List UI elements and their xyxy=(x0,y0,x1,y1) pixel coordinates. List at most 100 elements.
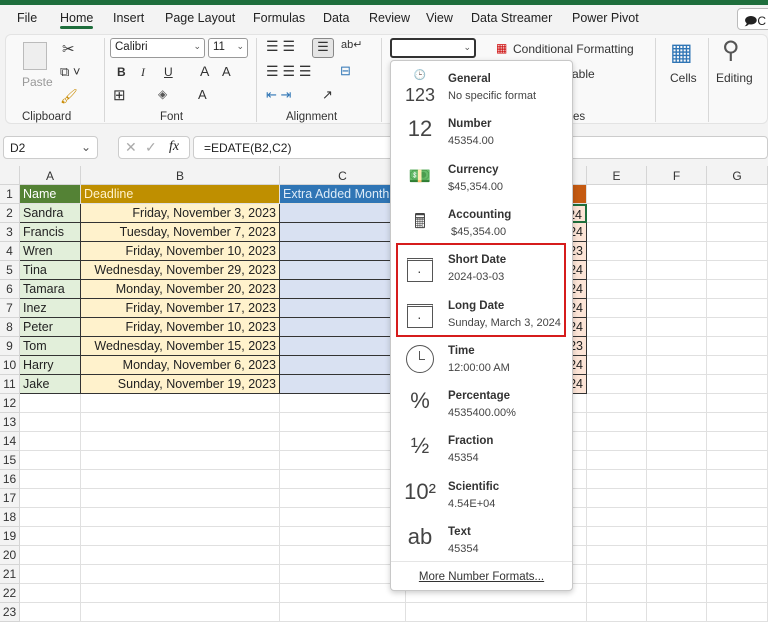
cell-c15[interactable] xyxy=(280,451,406,470)
row-header[interactable]: 11 xyxy=(0,375,20,394)
cell-e4[interactable] xyxy=(587,242,647,261)
column-title-c[interactable]: Extra Added Month xyxy=(280,185,406,204)
fill-color-icon[interactable]: ◈ xyxy=(158,87,167,101)
cell-a18[interactable] xyxy=(20,508,81,527)
tab-home[interactable]: Home xyxy=(60,11,94,29)
cell-a20[interactable] xyxy=(20,546,81,565)
cell-b2[interactable]: Friday, November 3, 2023 xyxy=(81,204,280,223)
cell-a4[interactable]: Wren xyxy=(20,242,81,261)
cell-e2[interactable] xyxy=(587,204,647,223)
cell-c19[interactable] xyxy=(280,527,406,546)
cell-f7[interactable] xyxy=(647,299,707,318)
cell-b10[interactable]: Monday, November 6, 2023 xyxy=(81,356,280,375)
row-header[interactable]: 14 xyxy=(0,432,20,451)
format-as-table-button[interactable]: able xyxy=(572,67,595,81)
paste-button[interactable]: Paste xyxy=(22,75,53,89)
cell-f4[interactable] xyxy=(647,242,707,261)
cell-e21[interactable] xyxy=(587,565,647,584)
cell-f20[interactable] xyxy=(647,546,707,565)
format-option-time[interactable]: Time 12:00:00 AM xyxy=(391,337,572,382)
tab-view[interactable]: View xyxy=(426,11,453,25)
cell-a11[interactable]: Jake xyxy=(20,375,81,394)
align-bottom-icon[interactable]: ☰ xyxy=(312,38,334,58)
insert-function-button[interactable]: fx xyxy=(169,139,179,155)
cell-c6[interactable] xyxy=(280,280,406,299)
format-option-number[interactable]: 12 Number 45354.00 xyxy=(391,110,572,155)
tab-data[interactable]: Data xyxy=(323,11,349,25)
row-header[interactable]: 3 xyxy=(0,223,20,242)
cell-e5[interactable] xyxy=(587,261,647,280)
cell-f14[interactable] xyxy=(647,432,707,451)
font-color-button[interactable]: A xyxy=(198,87,207,102)
cell-a7[interactable]: Inez xyxy=(20,299,81,318)
select-all-corner[interactable] xyxy=(0,166,20,185)
more-number-formats-link[interactable]: More Number Formats... xyxy=(391,561,572,591)
grow-font-button[interactable]: A xyxy=(200,63,209,79)
cell-a2[interactable]: Sandra xyxy=(20,204,81,223)
cell-b23[interactable] xyxy=(81,603,280,622)
cell-c10[interactable] xyxy=(280,356,406,375)
cell-a3[interactable]: Francis xyxy=(20,223,81,242)
cell-e9[interactable] xyxy=(587,337,647,356)
cell-b8[interactable]: Friday, November 10, 2023 xyxy=(81,318,280,337)
cell-a19[interactable] xyxy=(20,527,81,546)
cell-c18[interactable] xyxy=(280,508,406,527)
cell-e15[interactable] xyxy=(587,451,647,470)
cell-e14[interactable] xyxy=(587,432,647,451)
bold-button[interactable]: B xyxy=(117,65,126,79)
cell-f10[interactable] xyxy=(647,356,707,375)
cancel-icon[interactable]: ✕ xyxy=(125,139,137,156)
row-header[interactable]: 21 xyxy=(0,565,20,584)
cell-b7[interactable]: Friday, November 17, 2023 xyxy=(81,299,280,318)
cell-g18[interactable] xyxy=(707,508,768,527)
cell-g12[interactable] xyxy=(707,394,768,413)
row-header[interactable]: 17 xyxy=(0,489,20,508)
cell-f22[interactable] xyxy=(647,584,707,603)
cell-c5[interactable] xyxy=(280,261,406,280)
cell-e3[interactable] xyxy=(587,223,647,242)
format-option-currency[interactable]: 💵 Currency $45,354.00 xyxy=(391,156,572,201)
cell-b3[interactable]: Tuesday, November 7, 2023 xyxy=(81,223,280,242)
cell-f16[interactable] xyxy=(647,470,707,489)
cell-f2[interactable] xyxy=(647,204,707,223)
cell-g22[interactable] xyxy=(707,584,768,603)
cell-b14[interactable] xyxy=(81,432,280,451)
cell-g2[interactable] xyxy=(707,204,768,223)
cell-e13[interactable] xyxy=(587,413,647,432)
cell-f13[interactable] xyxy=(647,413,707,432)
format-option-general[interactable]: 🕒 123 General No specific format xyxy=(391,65,572,110)
format-option-fraction[interactable]: ½ Fraction 45354 xyxy=(391,427,572,472)
format-painter-icon[interactable]: 🖌 xyxy=(60,88,78,105)
cell-c16[interactable] xyxy=(280,470,406,489)
cell-e19[interactable] xyxy=(587,527,647,546)
cell-c13[interactable] xyxy=(280,413,406,432)
cell-e16[interactable] xyxy=(587,470,647,489)
enter-icon[interactable]: ✓ xyxy=(145,139,157,156)
cell-g15[interactable] xyxy=(707,451,768,470)
tab-insert[interactable]: Insert xyxy=(113,11,144,25)
cell-c2[interactable] xyxy=(280,204,406,223)
row-header[interactable]: 22 xyxy=(0,584,20,603)
cell-a13[interactable] xyxy=(20,413,81,432)
cell-g20[interactable] xyxy=(707,546,768,565)
row-header[interactable]: 23 xyxy=(0,603,20,622)
cell-e7[interactable] xyxy=(587,299,647,318)
cell-b16[interactable] xyxy=(81,470,280,489)
cell-b20[interactable] xyxy=(81,546,280,565)
row-header[interactable]: 1 xyxy=(0,185,20,204)
cell-a10[interactable]: Harry xyxy=(20,356,81,375)
row-header[interactable]: 5 xyxy=(0,261,20,280)
column-title-b[interactable]: Deadline xyxy=(81,185,280,204)
cell-g1[interactable] xyxy=(707,185,768,204)
column-header-b[interactable]: B xyxy=(81,166,280,185)
row-header[interactable]: 15 xyxy=(0,451,20,470)
cell-a23[interactable] xyxy=(20,603,81,622)
cell-a8[interactable]: Peter xyxy=(20,318,81,337)
cell-e17[interactable] xyxy=(587,489,647,508)
cell-f21[interactable] xyxy=(647,565,707,584)
cell-c23[interactable] xyxy=(280,603,406,622)
cell-b13[interactable] xyxy=(81,413,280,432)
format-option-text[interactable]: ab Text 45354 xyxy=(391,518,572,563)
cell-b19[interactable] xyxy=(81,527,280,546)
cell-f17[interactable] xyxy=(647,489,707,508)
